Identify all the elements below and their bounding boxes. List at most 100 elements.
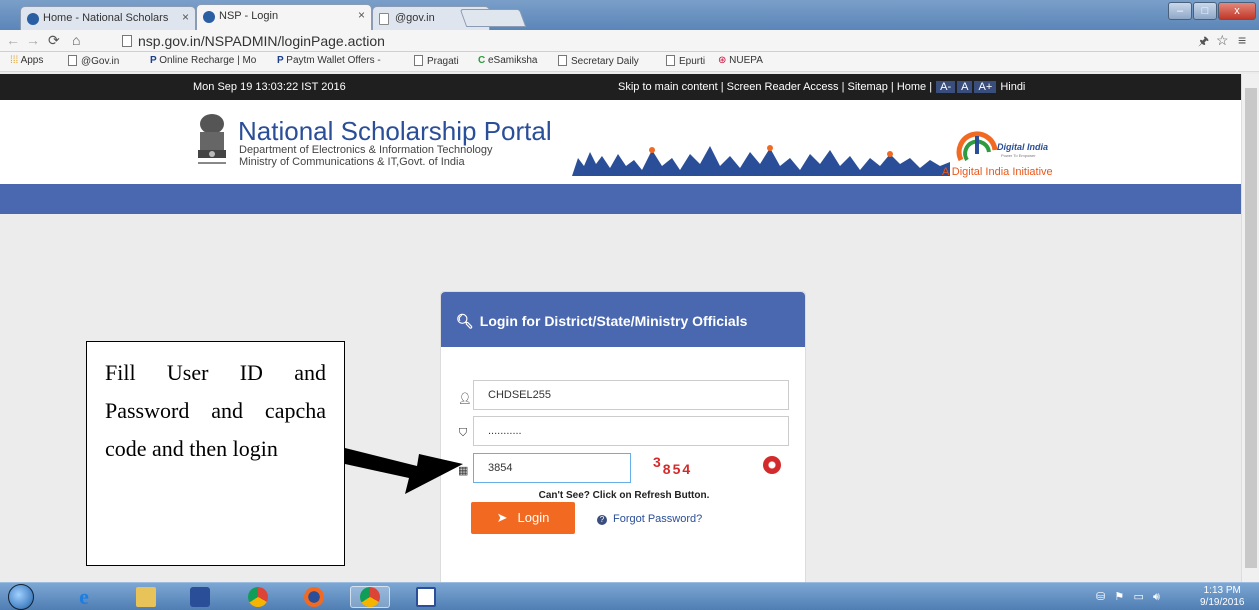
url-field[interactable]: nsp.gov.in/NSPADMIN/loginPage.action <box>122 33 385 49</box>
password-input[interactable]: ........... <box>473 416 789 446</box>
bookmark-recharge[interactable]: P Online Recharge | Mo <box>150 55 256 66</box>
page-top-bar: Mon Sep 19 13:03:22 IST 2016 Skip to mai… <box>0 74 1241 100</box>
paytm-icon: P <box>150 55 160 66</box>
password-mask: ........... <box>488 425 522 437</box>
page-icon <box>414 55 423 66</box>
user-id-value: CHDSEL255 <box>488 389 551 401</box>
font-decrease-button[interactable]: A- <box>936 81 956 93</box>
site-favicon-icon <box>27 13 39 25</box>
maximize-button[interactable]: □ <box>1193 2 1217 20</box>
volume-icon[interactable]: 🔊︎ <box>1153 591 1160 603</box>
bookmark-paytm[interactable]: P Paytm Wallet Offers - <box>277 55 381 66</box>
bookmark-apps[interactable]: ⁞⁞⁞ Apps <box>10 55 43 66</box>
bookmark-star-icon[interactable]: ☆ <box>1216 32 1229 49</box>
bookmarks-bar: ⁞⁞⁞ Apps @Gov.in P Online Recharge | Mo … <box>0 52 1259 72</box>
bookmark-secretary-daily[interactable]: Secretary Daily <box>558 55 639 67</box>
bookmark-nuepa[interactable]: ⊛ NUEPA <box>718 55 763 66</box>
students-banner-illustration <box>572 145 950 176</box>
minimize-button[interactable]: ‒ <box>1168 2 1192 20</box>
question-icon: ? <box>597 515 607 525</box>
site-favicon-icon <box>203 11 215 23</box>
forgot-password-label: Forgot Password? <box>613 513 703 525</box>
captcha-refresh-hint: Can't See? Click on Refresh Button. <box>538 490 710 501</box>
page-favicon-icon <box>379 13 389 25</box>
digital-india-tagline: Power To Empower <box>1001 153 1036 158</box>
home-icon[interactable]: ⌂ <box>72 32 80 48</box>
taskbar-clock[interactable]: 1:13 PM 9/19/2016 <box>1200 585 1245 609</box>
bookmark-label: Pragati <box>427 56 459 67</box>
send-icon: ➤ <box>496 510 508 525</box>
page-scrollbar[interactable] <box>1241 74 1259 582</box>
refresh-captcha-icon[interactable] <box>763 456 781 474</box>
windows-taskbar: e ⛁ ⚑ ▭ 🔊︎ 1:13 PM 9/19/2016 <box>0 582 1259 610</box>
server-datetime: Mon Sep 19 13:03:22 IST 2016 <box>193 81 346 93</box>
tab-nsp-login[interactable]: NSP - Login × <box>196 4 372 30</box>
taskbar-ie[interactable]: e <box>64 584 104 609</box>
captcha-image: 3854 <box>653 454 692 477</box>
network-icon[interactable]: ⛁ <box>1096 591 1105 603</box>
scrollbar-thumb[interactable] <box>1245 88 1257 568</box>
bookmark-pragati[interactable]: Pragati <box>414 55 459 67</box>
back-arrow-icon[interactable]: ← <box>6 32 20 48</box>
extension-icon[interactable]: 🖈 <box>1198 32 1209 53</box>
system-tray: ⛁ ⚑ ▭ 🔊︎ <box>1096 590 1160 604</box>
user-id-input[interactable]: CHDSEL255 <box>473 380 789 410</box>
captcha-chars: 854 <box>662 461 693 477</box>
captcha-value: 3854 <box>488 462 513 474</box>
taskbar-chrome-active[interactable] <box>350 586 390 608</box>
accessibility-links: Skip to main content | Screen Reader Acc… <box>618 81 1025 93</box>
top-nav-links[interactable]: Skip to main content | Screen Reader Acc… <box>618 81 932 93</box>
font-normal-button[interactable]: A <box>957 81 973 93</box>
menu-icon[interactable]: ≡ <box>1238 32 1246 48</box>
bookmark-label: eSamiksha <box>488 55 538 66</box>
bookmark-esamiksha[interactable]: C eSamiksha <box>478 55 537 66</box>
taskbar-explorer[interactable] <box>126 586 166 608</box>
login-panel: 🔍︎ Login for District/State/Ministry Offi… <box>440 291 806 591</box>
esamiksha-icon: C <box>478 55 488 66</box>
taskbar-firefox[interactable] <box>294 586 334 608</box>
page-icon <box>68 55 77 66</box>
bookmark-label: Paytm Wallet Offers - <box>286 55 381 66</box>
tab-home[interactable]: Home - National Scholars × <box>20 6 196 30</box>
close-tab-icon[interactable]: × <box>358 8 365 22</box>
address-bar-row: ← → ⟳ ⌂ nsp.gov.in/NSPADMIN/loginPage.ac… <box>0 30 1259 52</box>
hindi-link[interactable]: Hindi <box>1000 81 1025 93</box>
pointer-arrow-icon <box>345 448 463 494</box>
tab-label: Home - National Scholars <box>43 12 169 24</box>
clock-date: 9/19/2016 <box>1200 597 1245 608</box>
bookmark-gov[interactable]: @Gov.in <box>68 55 119 67</box>
media-player-icon <box>190 587 210 607</box>
captcha-input[interactable]: 3854 <box>473 453 631 483</box>
paytm-icon: P <box>277 55 287 66</box>
bookmark-epurti[interactable]: Epurti <box>666 55 705 67</box>
taskbar-media[interactable] <box>180 586 220 608</box>
taskbar-chrome[interactable] <box>238 586 278 608</box>
tab-label: NSP - Login <box>219 10 279 22</box>
digital-india-logo-text: Digital India <box>997 142 1048 152</box>
taskbar-word[interactable] <box>406 586 446 608</box>
window-close-button[interactable]: x <box>1218 2 1256 20</box>
login-button[interactable]: ➤ Login <box>471 502 575 534</box>
bookmark-label: Online Recharge | Mo <box>159 55 257 66</box>
display-icon[interactable]: ▭ <box>1133 591 1143 603</box>
site-header: National Scholarship Portal Department o… <box>0 100 1241 184</box>
new-tab-button[interactable] <box>459 9 527 27</box>
forgot-password-link[interactable]: ? Forgot Password? <box>597 513 702 525</box>
instruction-callout: Fill User ID and Password and capcha cod… <box>86 341 345 566</box>
tab-label: @gov.in <box>395 12 435 24</box>
close-tab-icon[interactable]: × <box>182 10 189 24</box>
browser-tab-strip: Home - National Scholars × NSP - Login ×… <box>0 0 1259 30</box>
font-increase-button[interactable]: A+ <box>974 81 997 93</box>
national-emblem-icon <box>198 114 226 164</box>
clock-time: 1:13 PM <box>1203 585 1241 596</box>
word-icon <box>416 587 436 607</box>
digital-india-initiative: A Digital India Initiative <box>942 166 1053 178</box>
forward-arrow-icon[interactable]: → <box>26 32 40 48</box>
start-button[interactable] <box>8 584 34 610</box>
login-label: Login <box>517 510 550 525</box>
apps-grid-icon: ⁞⁞⁞ <box>10 55 21 66</box>
url-text: nsp.gov.in/NSPADMIN/loginPage.action <box>138 33 385 49</box>
page-icon <box>558 55 567 66</box>
flag-icon[interactable]: ⚑ <box>1114 591 1124 603</box>
reload-icon[interactable]: ⟳ <box>48 32 60 49</box>
